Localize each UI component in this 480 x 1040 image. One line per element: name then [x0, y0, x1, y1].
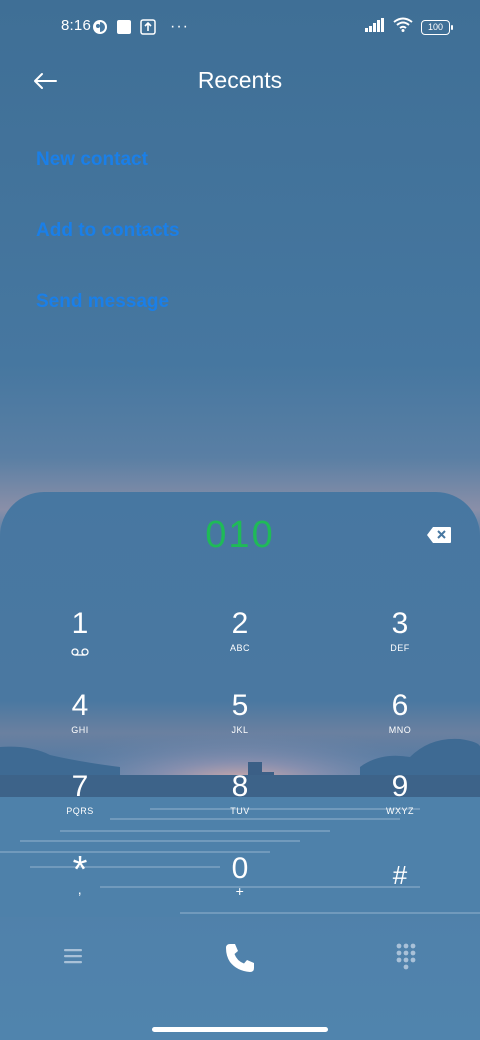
app-notification-icon — [92, 19, 108, 35]
call-icon — [226, 944, 254, 972]
key-letters: DEF — [390, 643, 410, 653]
key-digit: 9 — [391, 770, 409, 803]
wifi-icon — [393, 17, 413, 37]
key-8[interactable]: 8 TUV — [180, 765, 300, 835]
key-0[interactable]: 0 + — [180, 847, 300, 917]
key-digit: 8 — [231, 770, 249, 803]
key-digit: 0 — [231, 852, 249, 885]
key-hash[interactable]: # — [340, 847, 460, 917]
key-digit: # — [392, 860, 408, 890]
key-digit: 2 — [231, 607, 249, 640]
key-4[interactable]: 4 GHI — [20, 684, 140, 754]
key-letters: WXYZ — [386, 806, 414, 816]
battery-icon: 100 — [421, 19, 453, 35]
dialer-bottom-bar — [0, 935, 480, 985]
signal-icon — [365, 17, 385, 37]
key-6[interactable]: 6 MNO — [340, 684, 460, 754]
upload-notification-icon — [140, 19, 156, 35]
key-letters: , — [77, 881, 83, 897]
dialpad-toggle-button[interactable] — [395, 942, 417, 970]
key-1[interactable]: 1 — [20, 602, 140, 672]
dialpad-icon — [396, 943, 416, 970]
dialed-number: 010 — [205, 514, 275, 556]
call-button[interactable] — [222, 940, 258, 976]
number-actions: New contact Add to contacts Send message — [36, 140, 180, 353]
key-3[interactable]: 3 DEF — [340, 602, 460, 672]
new-contact-link[interactable]: New contact — [36, 140, 180, 211]
menu-icon — [64, 949, 82, 964]
key-letters: ABC — [229, 643, 250, 653]
key-7[interactable]: 7 PQRS — [20, 765, 140, 835]
backspace-icon — [427, 527, 451, 543]
status-bar: 8:16 ··· 100 — [0, 0, 480, 56]
key-digit: 1 — [71, 607, 89, 640]
system-icons: 100 — [365, 17, 453, 37]
key-2[interactable]: 2 ABC — [180, 602, 300, 672]
square-notification-icon — [116, 19, 132, 35]
key-letters: MNO — [388, 725, 412, 735]
key-5[interactable]: 5 JKL — [180, 684, 300, 754]
add-to-contacts-link[interactable]: Add to contacts — [36, 211, 180, 282]
send-message-link[interactable]: Send message — [36, 282, 180, 353]
status-time: 8:16 — [61, 17, 91, 34]
key-letters: TUV — [230, 806, 250, 816]
key-star[interactable]: * , — [20, 847, 140, 917]
app-header: Recents — [0, 56, 480, 106]
notification-icons: ··· — [92, 18, 189, 36]
key-letters: JKL — [231, 725, 249, 735]
more-notifications-icon: ··· — [170, 18, 189, 35]
key-digit: 3 — [391, 607, 409, 640]
key-digit: 5 — [231, 689, 249, 722]
page-title: Recents — [197, 67, 283, 93]
key-letters: + — [235, 883, 245, 899]
key-digit: 6 — [391, 689, 409, 722]
backspace-button[interactable] — [426, 526, 452, 544]
key-digit: 7 — [71, 770, 89, 803]
voicemail-icon — [20, 643, 140, 661]
key-9[interactable]: 9 WXYZ — [340, 765, 460, 835]
key-letters: GHI — [71, 725, 89, 735]
key-digit: 4 — [71, 689, 89, 722]
key-letters: PQRS — [66, 806, 94, 816]
home-indicator[interactable] — [152, 1027, 328, 1032]
menu-button[interactable] — [62, 946, 84, 966]
